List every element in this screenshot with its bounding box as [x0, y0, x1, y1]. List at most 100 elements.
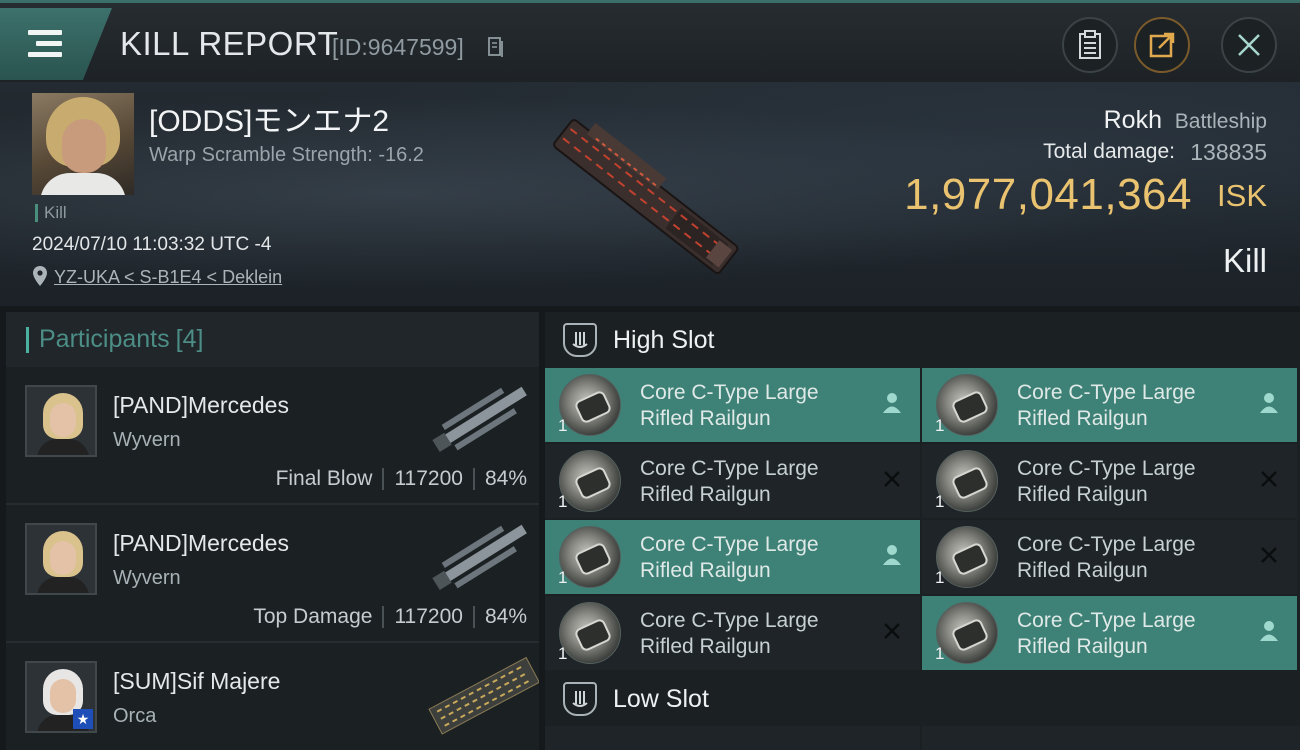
- kill-result: Kill: [1222, 242, 1267, 279]
- high-slot-header: High Slot: [545, 312, 1300, 368]
- railgun-icon: [936, 602, 998, 664]
- menu-button[interactable]: [0, 8, 112, 80]
- railgun-icon: [559, 374, 621, 436]
- module-name: Core C-Type Large Rifled Railgun: [1017, 533, 1196, 582]
- participant-ship: Wyvern: [113, 567, 181, 589]
- low-slot-icon: [563, 682, 597, 716]
- module-qty: 1: [935, 416, 945, 435]
- participant-row[interactable]: ★ [SUM]Sif Majere Orca: [6, 643, 539, 750]
- participant-percent: 84%: [484, 467, 527, 490]
- person-icon: [1257, 620, 1281, 644]
- ship-class: Battleship: [1174, 110, 1267, 133]
- x-icon: [1257, 468, 1281, 492]
- module-item[interactable]: 1 Core C-Type Large Rifled Railgun: [545, 368, 920, 442]
- participant-ship-image: [432, 386, 527, 453]
- railgun-icon: [559, 450, 621, 512]
- close-button[interactable]: [1221, 17, 1277, 73]
- kill-summary: [ODDS]モンエナ2 Warp Scramble Strength: -16.…: [0, 82, 1300, 306]
- star-icon: ★: [73, 709, 93, 729]
- participant-avatar[interactable]: [25, 385, 97, 457]
- participant-stats: Top Damage 117200 84%: [253, 605, 527, 629]
- person-icon: [880, 392, 904, 416]
- location-link[interactable]: YZ-UKA < S-B1E4 < Deklein: [54, 267, 282, 288]
- share-button[interactable]: [1134, 17, 1190, 73]
- railgun-icon: [936, 374, 998, 436]
- share-icon: [1149, 32, 1175, 58]
- clipboard-button[interactable]: [1062, 17, 1118, 73]
- railgun-icon: [936, 450, 998, 512]
- railgun-icon: [559, 526, 621, 588]
- participant-ship: Wyvern: [113, 429, 181, 451]
- module-qty: 1: [558, 568, 568, 587]
- module-qty: 1: [935, 492, 945, 511]
- x-icon: [880, 468, 904, 492]
- x-icon: [1257, 544, 1281, 568]
- module-item[interactable]: 1 Core C-Type Large Rifled Railgun: [922, 520, 1297, 594]
- close-icon: [1238, 34, 1260, 56]
- clipboard-icon: [1079, 30, 1101, 59]
- participants-count: [4]: [175, 325, 204, 353]
- ship-name[interactable]: Rokh: [1104, 106, 1162, 135]
- module-item[interactable]: 1 Core C-Type Large Rifled Railgun: [545, 444, 920, 518]
- participant-name[interactable]: [SUM]Sif Majere: [113, 668, 280, 695]
- kill-tag: Kill: [35, 204, 67, 222]
- participant-row[interactable]: [PAND]Mercedes Wyvern Final Blow 117200 …: [6, 367, 539, 505]
- hamburger-icon: [28, 30, 62, 58]
- railgun-icon: [559, 602, 621, 664]
- isk-unit: ISK: [1217, 178, 1267, 213]
- participant-damage: 117200: [394, 605, 463, 628]
- participant-name[interactable]: [PAND]Mercedes: [113, 392, 289, 419]
- participant-row[interactable]: [PAND]Mercedes Wyvern Top Damage 117200 …: [6, 505, 539, 643]
- participant-ship-image: [428, 656, 539, 735]
- high-slot-title: High Slot: [613, 325, 715, 354]
- module-qty: 1: [935, 644, 945, 663]
- module-name: Core C-Type Large Rifled Railgun: [640, 533, 819, 582]
- person-icon: [880, 544, 904, 568]
- x-icon: [880, 620, 904, 644]
- module-item[interactable]: 1 Core C-Type Large Rifled Railgun: [545, 520, 920, 594]
- participants-panel: Participants [4] [PAND]Mercedes Wyvern F…: [6, 312, 539, 750]
- location-pin-icon: [33, 266, 47, 286]
- participant-percent: 84%: [484, 605, 527, 628]
- module-name: Core C-Type Large Rifled Railgun: [1017, 381, 1196, 430]
- participant-ship: Orca: [113, 705, 157, 727]
- header-bar: KILL REPORT [ID:9647599]: [0, 0, 1300, 82]
- total-damage-value: 138835: [1190, 139, 1267, 165]
- page-title: KILL REPORT: [120, 25, 339, 62]
- participant-role: Top Damage: [253, 605, 373, 628]
- low-slot-modules-partial: [545, 726, 1300, 750]
- low-slot-title: Low Slot: [613, 684, 709, 713]
- module-item[interactable]: 1 Core C-Type Large Rifled Railgun: [545, 596, 920, 670]
- victim-name[interactable]: [ODDS]モンエナ2: [149, 96, 389, 140]
- module-qty: 1: [558, 416, 568, 435]
- low-slot-header: Low Slot: [545, 671, 1300, 727]
- isk-value: 1,977,041,364: [904, 170, 1192, 219]
- module-name: Core C-Type Large Rifled Railgun: [1017, 609, 1196, 658]
- module-name: Core C-Type Large Rifled Railgun: [640, 457, 819, 506]
- module-item[interactable]: 1 Core C-Type Large Rifled Railgun: [922, 596, 1297, 670]
- module-item[interactable]: 1 Core C-Type Large Rifled Railgun: [922, 368, 1297, 442]
- warp-scramble-strength: Warp Scramble Strength: -16.2: [149, 144, 424, 166]
- kill-id: [ID:9647599]: [332, 34, 464, 60]
- railgun-icon: [936, 526, 998, 588]
- participant-damage: 117200: [394, 467, 463, 490]
- total-damage-label: Total damage:: [1043, 140, 1175, 163]
- participant-stats: Final Blow 117200 84%: [276, 467, 527, 491]
- participant-avatar[interactable]: [25, 523, 97, 595]
- fitting-panel: High Slot 1 Core C-Type Large Rifled Rail…: [545, 312, 1300, 750]
- module-qty: 1: [558, 644, 568, 663]
- module-item[interactable]: 1 Core C-Type Large Rifled Railgun: [922, 444, 1297, 518]
- participant-avatar[interactable]: ★: [25, 661, 97, 733]
- high-slot-modules: 1 Core C-Type Large Rifled Railgun 1 Core…: [545, 368, 1300, 671]
- participant-name[interactable]: [PAND]Mercedes: [113, 530, 289, 557]
- module-name: Core C-Type Large Rifled Railgun: [640, 381, 819, 430]
- module-name: Core C-Type Large Rifled Railgun: [640, 609, 819, 658]
- participant-ship-image: [432, 524, 527, 591]
- victim-ship-image[interactable]: [532, 110, 762, 280]
- kill-datetime: 2024/07/10 11:03:32 UTC -4: [32, 234, 272, 255]
- participants-title: Participants: [39, 325, 170, 353]
- high-slot-icon: [563, 323, 597, 357]
- copy-icon[interactable]: [487, 36, 505, 58]
- module-name: Core C-Type Large Rifled Railgun: [1017, 457, 1196, 506]
- victim-avatar[interactable]: [32, 93, 134, 195]
